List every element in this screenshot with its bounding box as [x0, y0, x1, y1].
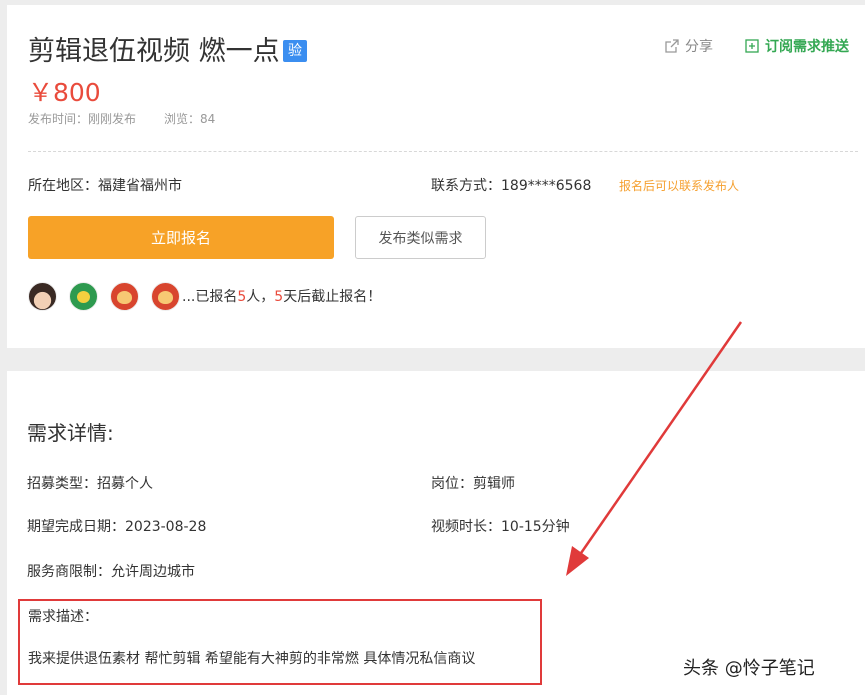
apply-button[interactable]: 立即报名 — [28, 216, 334, 259]
recruit-type: 招募类型：招募个人 — [27, 476, 153, 492]
description-title: 需求描述： — [28, 609, 98, 625]
watermark: 头条 @怜子笔记 — [683, 658, 815, 679]
signup-status: ...已报名5人，5天后截止报名！ — [182, 286, 381, 306]
divider — [28, 151, 858, 152]
video-duration: 视频时长：10-15分钟 — [431, 519, 570, 535]
subscribe-button[interactable]: 订阅需求推送 — [745, 36, 849, 56]
share-label: 分享 — [685, 39, 713, 55]
job-title: 剪辑退伍视频 燃一点 — [28, 36, 280, 67]
share-button[interactable]: 分享 — [665, 36, 713, 56]
verified-badge: 验 — [283, 40, 307, 62]
region: 所在地区：福建省福州市 — [28, 178, 182, 194]
avatar[interactable] — [69, 282, 98, 311]
price: ￥800 — [28, 78, 101, 107]
signup-days: 5 — [274, 289, 284, 305]
deadline: 期望完成日期：2023-08-28 — [27, 519, 207, 535]
signup-suffix: 天后截止报名！ — [283, 289, 382, 305]
avatar[interactable] — [110, 282, 139, 311]
applicant-avatars — [28, 282, 180, 311]
job-detail-card: 需求详情: 招募类型：招募个人 岗位：剪辑师 期望完成日期：2023-08-28… — [7, 371, 865, 695]
signup-prefix: ...已报名 — [182, 289, 238, 305]
meta-info: 发布时间：刚刚发布 浏览：84 — [28, 110, 215, 127]
plus-square-icon — [745, 39, 759, 53]
subscribe-label: 订阅需求推送 — [765, 39, 849, 55]
description-text: 我来提供退伍素材 帮忙剪辑 希望能有大神剪的非常燃 具体情况私信商议 — [28, 651, 476, 667]
position: 岗位：剪辑师 — [431, 476, 515, 492]
signup-mid: 人， — [246, 289, 275, 305]
share-icon — [665, 39, 679, 53]
contact-tip: 报名后可以联系发布人 — [619, 179, 740, 193]
avatar[interactable] — [151, 282, 180, 311]
description-highlight-box: 需求描述： 我来提供退伍素材 帮忙剪辑 希望能有大神剪的非常燃 具体情况私信商议 — [18, 599, 542, 685]
post-similar-button[interactable]: 发布类似需求 — [355, 216, 486, 259]
provider-limit: 服务商限制：允许周边城市 — [27, 564, 195, 580]
view-count: 浏览：84 — [164, 112, 216, 126]
job-summary-card: 剪辑退伍视频 燃一点 验 分享 订阅需求推送 ￥800 发布时间：刚刚发布 浏览：… — [7, 5, 865, 348]
contact: 联系方式：189****6568 — [431, 178, 592, 194]
signup-count: 5 — [237, 289, 247, 305]
avatar[interactable] — [28, 282, 57, 311]
detail-heading: 需求详情: — [27, 421, 114, 445]
publish-time: 发布时间：刚刚发布 — [28, 112, 137, 126]
